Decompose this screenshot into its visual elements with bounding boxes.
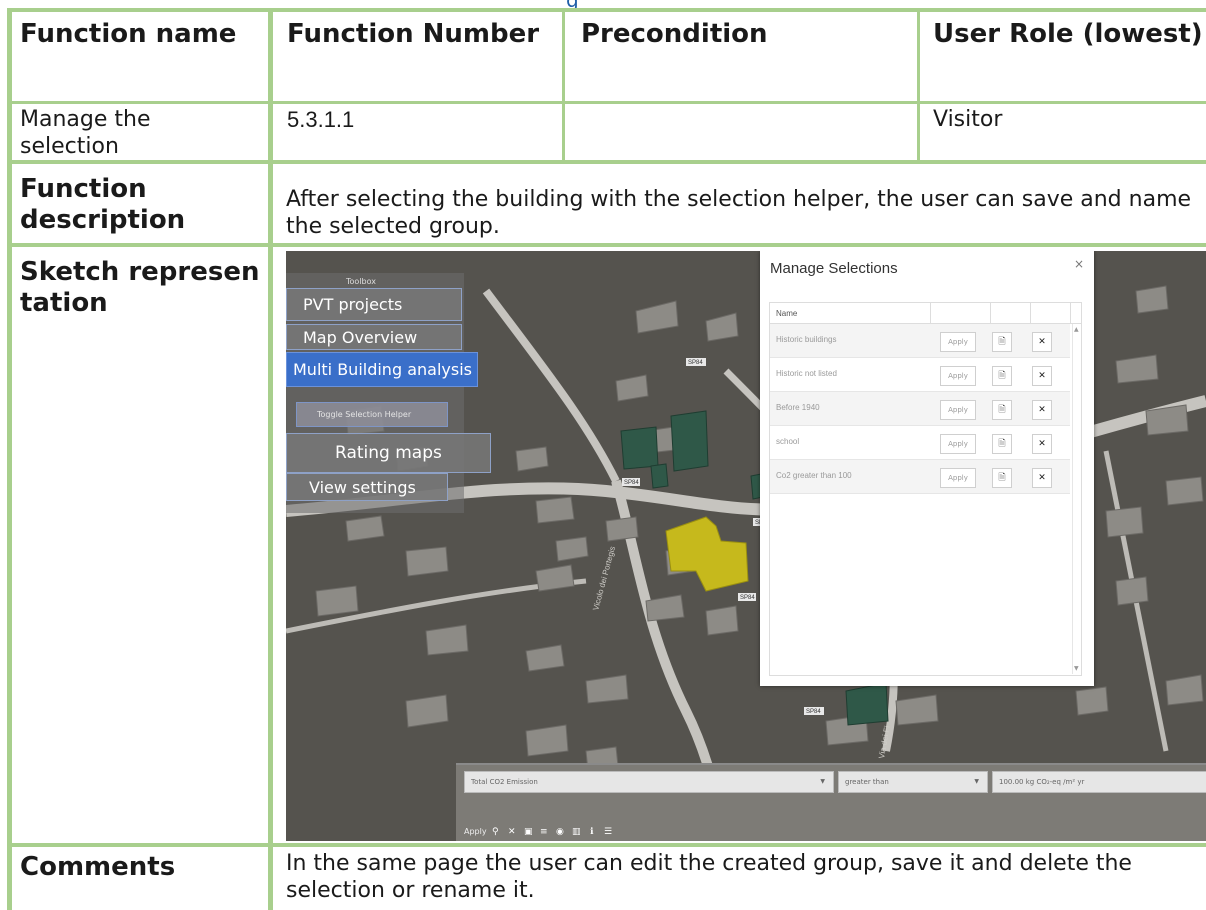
header-divider [930, 303, 931, 323]
scroll-up-icon[interactable]: ▲ [1074, 326, 1079, 333]
chart-icon[interactable]: ▥ [572, 827, 581, 837]
header-divider [990, 303, 991, 323]
apply-filter-button[interactable]: Apply [464, 827, 487, 836]
selection-name: Before 1940 [776, 403, 820, 412]
table-border-row2 [7, 160, 1206, 164]
apply-button[interactable]: Apply [940, 332, 976, 352]
table-row: Historic not listed Apply 🗎 ✕ [770, 358, 1070, 392]
eye-icon[interactable]: ◉ [556, 827, 564, 837]
description-label: Function description [20, 174, 186, 235]
user-role-value: Visitor [933, 107, 1003, 132]
toolbox-label: Toolbox [346, 277, 376, 286]
filter-operator-value: greater than [845, 778, 889, 786]
comments-text: In the same page the user can edit the c… [286, 851, 1132, 903]
delete-icon[interactable]: ✕ [1032, 366, 1052, 386]
table-border-col3 [917, 8, 920, 162]
delete-icon[interactable]: ✕ [1032, 468, 1052, 488]
header-precondition: Precondition [581, 19, 768, 49]
selection-name: Historic not listed [776, 369, 837, 378]
save-icon[interactable]: 🗎 [992, 468, 1012, 488]
menu-multi-building-analysis[interactable]: Multi Building analysis [286, 352, 478, 387]
save-icon[interactable]: 🗎 [992, 366, 1012, 386]
scroll-down-icon[interactable]: ▼ [1074, 665, 1079, 672]
filter-value-input[interactable]: 100.00 kg CO₂-eq /m² yr [992, 771, 1206, 793]
table-border-left [7, 8, 12, 910]
search-icon[interactable]: ⚲ [492, 827, 499, 837]
toggle-selection-helper-button[interactable]: Toggle Selection Helper [296, 402, 448, 427]
header-divider [1070, 303, 1071, 323]
apply-button[interactable]: Apply [940, 468, 976, 488]
delete-icon[interactable]: ✕ [1032, 332, 1052, 352]
road-label: SP84 [624, 480, 639, 486]
table-border-row1 [7, 101, 1206, 104]
close-icon[interactable]: × [1074, 257, 1084, 271]
header-function-name: Function name [20, 19, 237, 49]
selection-name: Historic buildings [776, 335, 837, 344]
save-icon[interactable]: 🗎 [992, 400, 1012, 420]
table-border-row3 [7, 243, 1206, 247]
filter-toolbar: Apply ⚲ ✕ ▣ ≡ ◉ ▥ ℹ ☰ [456, 825, 1206, 841]
menu-pvt-projects[interactable]: PVT projects [286, 288, 462, 321]
chevron-down-icon: ▼ [974, 778, 979, 785]
header-user-role: User Role (lowest) [933, 19, 1203, 49]
comments-label: Comments [20, 852, 176, 882]
apply-button[interactable]: Apply [940, 366, 976, 386]
table-border-col2 [562, 8, 565, 162]
database-icon[interactable]: ≡ [540, 827, 548, 837]
list-icon[interactable]: ☰ [604, 827, 612, 837]
filter-field-value: Total CO2 Emission [471, 778, 538, 786]
sketch-label: Sketch representation [20, 257, 260, 318]
delete-icon[interactable]: ✕ [1032, 434, 1052, 454]
info-icon[interactable]: ℹ [590, 827, 593, 837]
menu-map-overview[interactable]: Map Overview [286, 324, 462, 350]
selection-name: Co2 greater than 100 [776, 471, 852, 480]
function-name-value: Manage the selection [20, 107, 151, 159]
save-icon[interactable]: ▣ [524, 827, 533, 837]
save-icon[interactable]: 🗎 [992, 332, 1012, 352]
filter-field-select[interactable]: Total CO2 Emission ▼ [464, 771, 834, 793]
dialog-scrollbar[interactable]: ▲ ▼ [1072, 324, 1081, 674]
selections-table: Name Historic buildings Apply 🗎 ✕ Histor… [769, 302, 1082, 676]
manage-selections-dialog: Manage Selections × Name Historic buildi… [760, 251, 1094, 686]
header-function-number: Function Number [287, 19, 540, 49]
close-icon[interactable]: ✕ [508, 827, 516, 837]
header-divider [1030, 303, 1031, 323]
selection-name: school [776, 437, 800, 446]
table-row: Historic buildings Apply 🗎 ✕ [770, 324, 1070, 358]
table-row: Before 1940 Apply 🗎 ✕ [770, 392, 1070, 426]
apply-button[interactable]: Apply [940, 434, 976, 454]
filter-value: 100.00 kg CO₂-eq /m² yr [999, 778, 1085, 786]
road-label: SP84 [688, 360, 703, 366]
chevron-down-icon: ▼ [820, 778, 825, 785]
sketch-screenshot: SP84 SP84 SP84 SP84 SP84 Vicolo dei Port… [286, 251, 1206, 841]
table-row: school Apply 🗎 ✕ [770, 426, 1070, 460]
table-border-top [7, 8, 1206, 12]
filter-operator-select[interactable]: greater than ▼ [838, 771, 988, 793]
function-number-value: 5.3.1.1 [287, 107, 355, 132]
delete-icon[interactable]: ✕ [1032, 400, 1052, 420]
column-name-header: Name [776, 309, 798, 318]
table-border-row4 [7, 843, 1206, 847]
table-row: Co2 greater than 100 Apply 🗎 ✕ [770, 460, 1070, 494]
filter-bar: Total CO2 Emission ▼ greater than ▼ 100.… [456, 763, 1206, 841]
menu-view-settings[interactable]: View settings [286, 473, 448, 501]
apply-button[interactable]: Apply [940, 400, 976, 420]
road-label: SP84 [740, 595, 755, 601]
menu-rating-maps[interactable]: Rating maps [286, 433, 491, 473]
save-icon[interactable]: 🗎 [992, 434, 1012, 454]
dialog-title: Manage Selections [770, 260, 898, 277]
road-label: SP84 [806, 709, 821, 715]
table-border-col1 [268, 8, 273, 910]
description-text: After selecting the building with the se… [286, 187, 1192, 239]
table-header: Name [770, 303, 1081, 324]
